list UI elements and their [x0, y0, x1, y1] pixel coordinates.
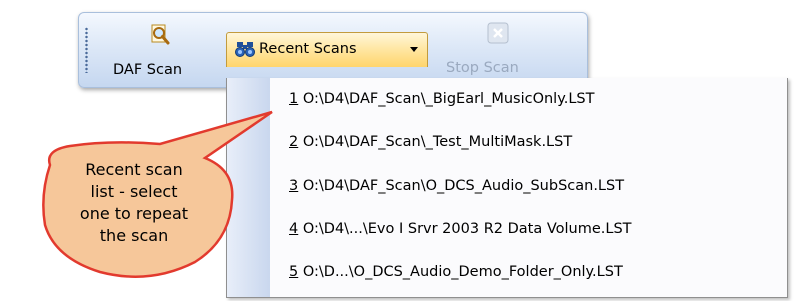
menu-item-path: O:\D...\O_DCS_Audio_Demo_Folder_Only.LST	[298, 264, 623, 280]
daf-scan-button[interactable]: DAF Scan	[103, 19, 203, 83]
binoculars-icon	[235, 40, 255, 58]
recent-scan-item-2[interactable]: 2 O:\D4\DAF_Scan\_Test_MultiMask.LST	[289, 127, 779, 157]
menu-item-path: O:\D4\DAF_Scan\_BigEarl_MusicOnly.LST	[298, 91, 595, 107]
recent-scan-item-4[interactable]: 4 O:\D4\...\Evo I Srvr 2003 R2 Data Volu…	[289, 214, 779, 244]
callout-line: the scan	[99, 226, 169, 245]
menu-item-path: O:\D4\DAF_Scan\_Test_MultiMask.LST	[298, 134, 573, 150]
recent-scans-menu: 1 O:\D4\DAF_Scan\_BigEarl_MusicOnly.LST …	[226, 78, 788, 298]
menu-item-number: 4	[289, 221, 299, 237]
menu-item-number: 5	[289, 264, 299, 280]
menu-item-path: O:\D4\...\Evo I Srvr 2003 R2 Data Volume…	[298, 221, 632, 237]
stop-scan-label: Stop Scan	[446, 60, 519, 76]
menu-gutter	[227, 78, 270, 297]
chevron-down-icon	[410, 47, 418, 52]
menu-item-number: 2	[289, 134, 299, 150]
toolbar-grip[interactable]	[85, 27, 88, 73]
menu-item-number: 3	[289, 178, 299, 194]
recent-scans-button[interactable]: Recent Scans	[226, 32, 428, 67]
callout-line: list - select	[90, 182, 178, 201]
magnifier-document-icon	[149, 23, 171, 47]
callout-line: Recent scan	[85, 160, 183, 179]
recent-scan-item-3[interactable]: 3 O:\D4\DAF_Scan\O_DCS_Audio_SubScan.LST	[289, 171, 779, 201]
daf-scan-label: DAF Scan	[113, 62, 183, 78]
recent-scan-item-5[interactable]: 5 O:\D...\O_DCS_Audio_Demo_Folder_Only.L…	[289, 257, 779, 287]
stop-scan-button[interactable]: Stop Scan	[439, 17, 549, 83]
menu-item-path: O:\D4\DAF_Scan\O_DCS_Audio_SubScan.LST	[298, 178, 625, 194]
close-icon	[487, 22, 509, 44]
menu-item-number: 1	[289, 91, 299, 107]
scan-toolbar: DAF Scan Recent Scans Stop Scan	[78, 12, 588, 88]
callout-line: one to repeat	[79, 204, 189, 223]
callout-text: Recent scan list - select one to repeat …	[44, 159, 224, 247]
recent-scan-item-1[interactable]: 1 O:\D4\DAF_Scan\_BigEarl_MusicOnly.LST	[289, 84, 779, 114]
recent-scans-label: Recent Scans	[259, 41, 357, 57]
